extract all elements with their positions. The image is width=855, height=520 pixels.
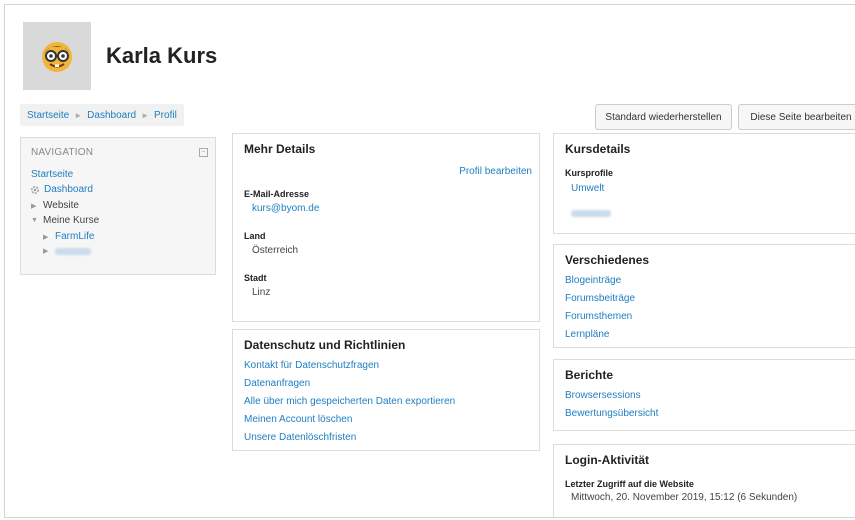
card-title: Datenschutz und Richtlinien <box>244 338 406 352</box>
retention-link[interactable]: Unsere Datenlöschfristen <box>244 432 356 443</box>
nav-item-farmlife[interactable]: ▶ FarmLife <box>43 231 94 242</box>
land-label: Land <box>244 231 266 241</box>
edit-page-button[interactable]: Diese Seite bearbeiten <box>738 104 855 130</box>
edit-profile-link[interactable]: Profil bearbeiten <box>459 166 532 177</box>
nav-item-label: FarmLife <box>55 231 95 242</box>
breadcrumb-separator: ► <box>141 110 150 120</box>
nav-item-label: Dashboard <box>44 184 93 195</box>
last-access-value: Mittwoch, 20. November 2019, 15:12 (6 Se… <box>571 492 798 503</box>
chevron-right-icon: ▶ <box>43 233 49 241</box>
nav-item-website[interactable]: ▶ Website <box>31 200 79 211</box>
card-title: Verschiedenes <box>565 253 650 267</box>
reports-card: Berichte Browsersessions Bewertungsübers… <box>553 359 855 431</box>
learning-plans-link[interactable]: Lernpläne <box>565 329 609 340</box>
breadcrumb-startseite[interactable]: Startseite <box>27 110 69 121</box>
last-access-label: Letzter Zugriff auf die Website <box>565 479 694 489</box>
redacted-text <box>571 210 611 217</box>
breadcrumb-separator: ► <box>74 110 83 120</box>
nav-item-label: Website <box>43 200 79 211</box>
privacy-contact-link[interactable]: Kontakt für Datenschutzfragen <box>244 360 379 371</box>
card-title: Kursdetails <box>565 142 631 156</box>
navigation-title: NAVIGATION <box>31 147 94 158</box>
browser-sessions-link[interactable]: Browsersessions <box>565 390 641 401</box>
course-link-umwelt[interactable]: Umwelt <box>571 183 604 194</box>
reset-page-button[interactable]: Standard wiederherstellen <box>595 104 732 130</box>
forum-posts-link[interactable]: Forumsbeiträge <box>565 293 635 304</box>
grades-overview-link[interactable]: Bewertungsübersicht <box>565 408 658 419</box>
nav-item-label: Meine Kurse <box>43 215 100 226</box>
course-profiles-label: Kursprofile <box>565 168 614 178</box>
card-title: Berichte <box>565 368 614 382</box>
chevron-right-icon: ▶ <box>31 202 37 210</box>
avatar[interactable] <box>23 22 91 90</box>
stadt-label: Stadt <box>244 273 267 283</box>
email-label: E-Mail-Adresse <box>244 189 310 199</box>
breadcrumb: Startseite ► Dashboard ► Profil <box>20 104 184 126</box>
redacted-text <box>55 247 91 255</box>
course-details-card: Kursdetails Kursprofile Umwelt <box>553 133 855 234</box>
chevron-down-icon: ▼ <box>31 217 38 224</box>
page-frame: Karla Kurs Startseite ► Dashboard ► Prof… <box>4 4 855 518</box>
chevron-right-icon: ▶ <box>43 248 49 255</box>
nav-item-meine-kurse[interactable]: ▼ Meine Kurse <box>31 215 99 226</box>
data-requests-link[interactable]: Datenanfragen <box>244 378 310 389</box>
page-title: Karla Kurs <box>106 43 218 68</box>
privacy-card: Datenschutz und Richtlinien Kontakt für … <box>232 329 540 451</box>
export-data-link[interactable]: Alle über mich gespeicherten Daten expor… <box>244 396 455 407</box>
blog-entries-link[interactable]: Blogeinträge <box>565 275 621 286</box>
nav-item-dashboard[interactable]: Dashboard <box>30 184 93 195</box>
breadcrumb-dashboard[interactable]: Dashboard <box>87 110 136 121</box>
stadt-value: Linz <box>252 287 271 298</box>
nav-item-startseite[interactable]: Startseite <box>31 169 73 180</box>
collapse-icon[interactable]: – <box>199 148 208 157</box>
land-value: Österreich <box>252 245 299 256</box>
dashboard-icon <box>31 185 39 194</box>
email-link[interactable]: kurs@byom.de <box>252 203 319 214</box>
details-card: Mehr Details Profil bearbeiten E-Mail-Ad… <box>232 133 540 322</box>
login-activity-card: Login-Aktivität Letzter Zugriff auf die … <box>553 444 855 517</box>
navigation-block: NAVIGATION – Startseite Dashboard ▶ Webs… <box>20 137 216 275</box>
misc-card: Verschiedenes Blogeinträge Forumsbeiträg… <box>553 244 855 348</box>
nerd-face-emoji-icon <box>42 42 72 72</box>
delete-account-link[interactable]: Meinen Account löschen <box>244 414 352 425</box>
nav-item-label: Startseite <box>31 169 74 180</box>
card-title: Mehr Details <box>244 142 316 156</box>
course-link-blurred[interactable] <box>571 204 611 222</box>
card-title: Login-Aktivität <box>565 453 649 467</box>
nav-item-blurred-course[interactable]: ▶ <box>43 247 91 255</box>
forum-topics-link[interactable]: Forumsthemen <box>565 311 632 322</box>
breadcrumb-profil[interactable]: Profil <box>154 110 177 121</box>
